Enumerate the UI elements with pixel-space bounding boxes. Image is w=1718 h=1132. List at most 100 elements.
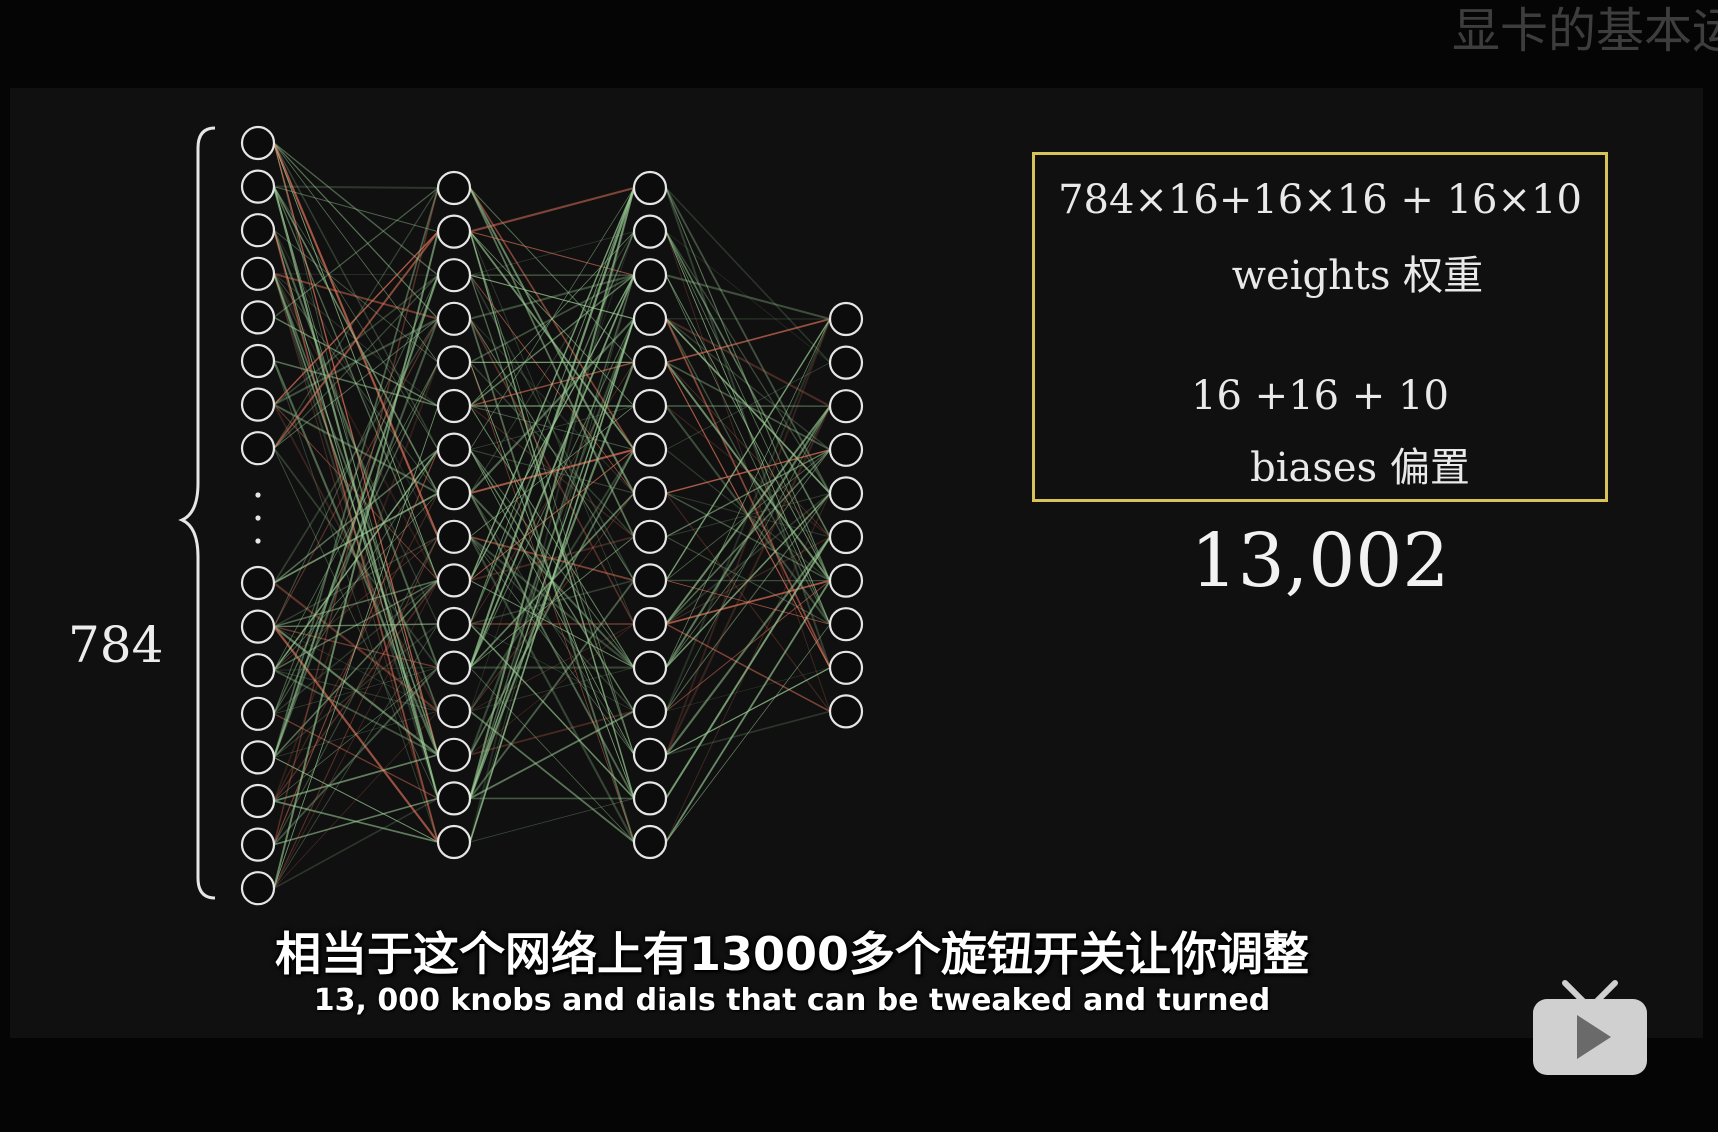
neuron-node	[436, 650, 472, 685]
ellipsis-dot	[255, 492, 261, 498]
neuron-node	[632, 388, 668, 424]
neuron-node	[436, 432, 472, 467]
weight-line	[469, 361, 635, 538]
neuron-node	[828, 345, 864, 380]
neuron-node	[436, 388, 472, 424]
weight-line	[665, 623, 831, 843]
weight-line	[665, 580, 831, 843]
weights-expression: 784×16+16×16 + 16×10	[1058, 177, 1582, 223]
weight-line	[665, 274, 831, 321]
weight-line	[665, 318, 831, 364]
weight-line	[273, 274, 439, 449]
weight-line	[469, 274, 635, 799]
neuron-node	[828, 476, 864, 511]
neuron-node	[240, 609, 276, 644]
neuron-node	[632, 432, 668, 467]
neuron-node	[828, 519, 864, 555]
neuron-node	[436, 301, 472, 336]
neuron-node	[632, 650, 668, 685]
neuron-node	[436, 476, 472, 511]
subtitle-english: 13, 000 knobs and dials that can be twea…	[313, 983, 1271, 1018]
neuron-node	[632, 519, 668, 554]
neuron-node	[632, 563, 668, 598]
neuron-node	[240, 343, 276, 379]
neuron-node	[436, 606, 472, 642]
weight-line	[665, 187, 831, 364]
neuron-node	[632, 824, 668, 860]
neuron-node	[632, 781, 668, 816]
weight-line	[469, 231, 635, 712]
neuron-node	[828, 389, 864, 424]
weight-line	[273, 187, 439, 758]
weight-line	[273, 797, 439, 846]
neuron-node	[240, 431, 276, 466]
neuron-node	[828, 563, 864, 598]
watermark-title: 显卡的基本运	[1452, 3, 1718, 59]
video-frame[interactable]: 784 784×16+16×16 + 16×10 weights 权重 16 +…	[10, 88, 1703, 1038]
weights-label: weights 权重	[1231, 253, 1484, 299]
neuron-node	[828, 650, 864, 685]
neuron-node	[828, 301, 864, 337]
neuron-node	[436, 519, 472, 554]
weight-line	[665, 536, 831, 756]
neuron-node	[828, 607, 864, 642]
weight-line	[665, 317, 831, 408]
play-tv-icon[interactable]	[1525, 975, 1655, 1085]
parameter-count-box: 784×16+16×16 + 16×10 weights 权重 16 +16 +…	[1032, 152, 1608, 502]
weight-line	[273, 797, 439, 889]
neuron-node	[240, 256, 276, 291]
neuron-node	[632, 606, 668, 642]
neuron-node	[632, 476, 668, 511]
neuron-node	[240, 740, 276, 775]
neuron-node	[436, 563, 472, 598]
neuron-node	[240, 783, 276, 819]
neuron-node	[632, 737, 668, 772]
weight-line	[665, 318, 831, 581]
neuron-node	[632, 345, 668, 380]
subtitle-chinese: 相当于这个网络上有13000多个旋钮开关让你调整	[274, 927, 1310, 981]
neuron-node	[240, 565, 276, 601]
neuron-node	[240, 213, 276, 248]
neuron-node	[436, 258, 472, 293]
neuron-node	[828, 432, 864, 467]
connection-lines	[272, 142, 831, 889]
neuron-node	[632, 170, 668, 206]
neuron-node	[436, 737, 472, 772]
neuron-node	[436, 824, 472, 860]
neuron-node	[240, 696, 276, 731]
total-parameter-count: 13,002	[1190, 518, 1450, 604]
ellipsis-dot	[255, 538, 261, 544]
neuron-node	[240, 387, 276, 422]
neuron-node	[240, 653, 276, 688]
input-brace	[178, 126, 216, 900]
ellipsis-dot	[255, 515, 261, 521]
weight-line	[665, 493, 831, 843]
weight-line	[469, 186, 635, 233]
weight-line	[469, 798, 635, 843]
weight-line	[468, 187, 636, 799]
weight-line	[469, 187, 635, 843]
neuron-node	[240, 169, 276, 204]
weight-line	[665, 318, 831, 712]
biases-expression: 16 +16 + 10	[1191, 373, 1449, 419]
neuron-node	[436, 345, 472, 380]
neuron-node	[632, 694, 668, 729]
neuron-node	[436, 170, 472, 206]
neuron-node	[632, 301, 668, 336]
weight-line	[273, 404, 439, 581]
weight-line	[273, 185, 439, 190]
neuron-node	[436, 694, 472, 729]
neuron-node	[240, 300, 276, 335]
biases-label: biases 偏置	[1250, 445, 1470, 491]
neuron-node	[436, 214, 472, 249]
weight-line	[665, 406, 831, 712]
weight-line	[469, 710, 635, 800]
neuron-node	[828, 694, 864, 729]
input-count-label: 784	[68, 616, 164, 674]
neuron-node	[240, 871, 276, 906]
neuron-node	[240, 125, 276, 161]
weight-line	[273, 753, 439, 802]
neuron-node	[436, 781, 472, 816]
neuron-node	[632, 258, 668, 293]
weight-line	[273, 579, 439, 671]
